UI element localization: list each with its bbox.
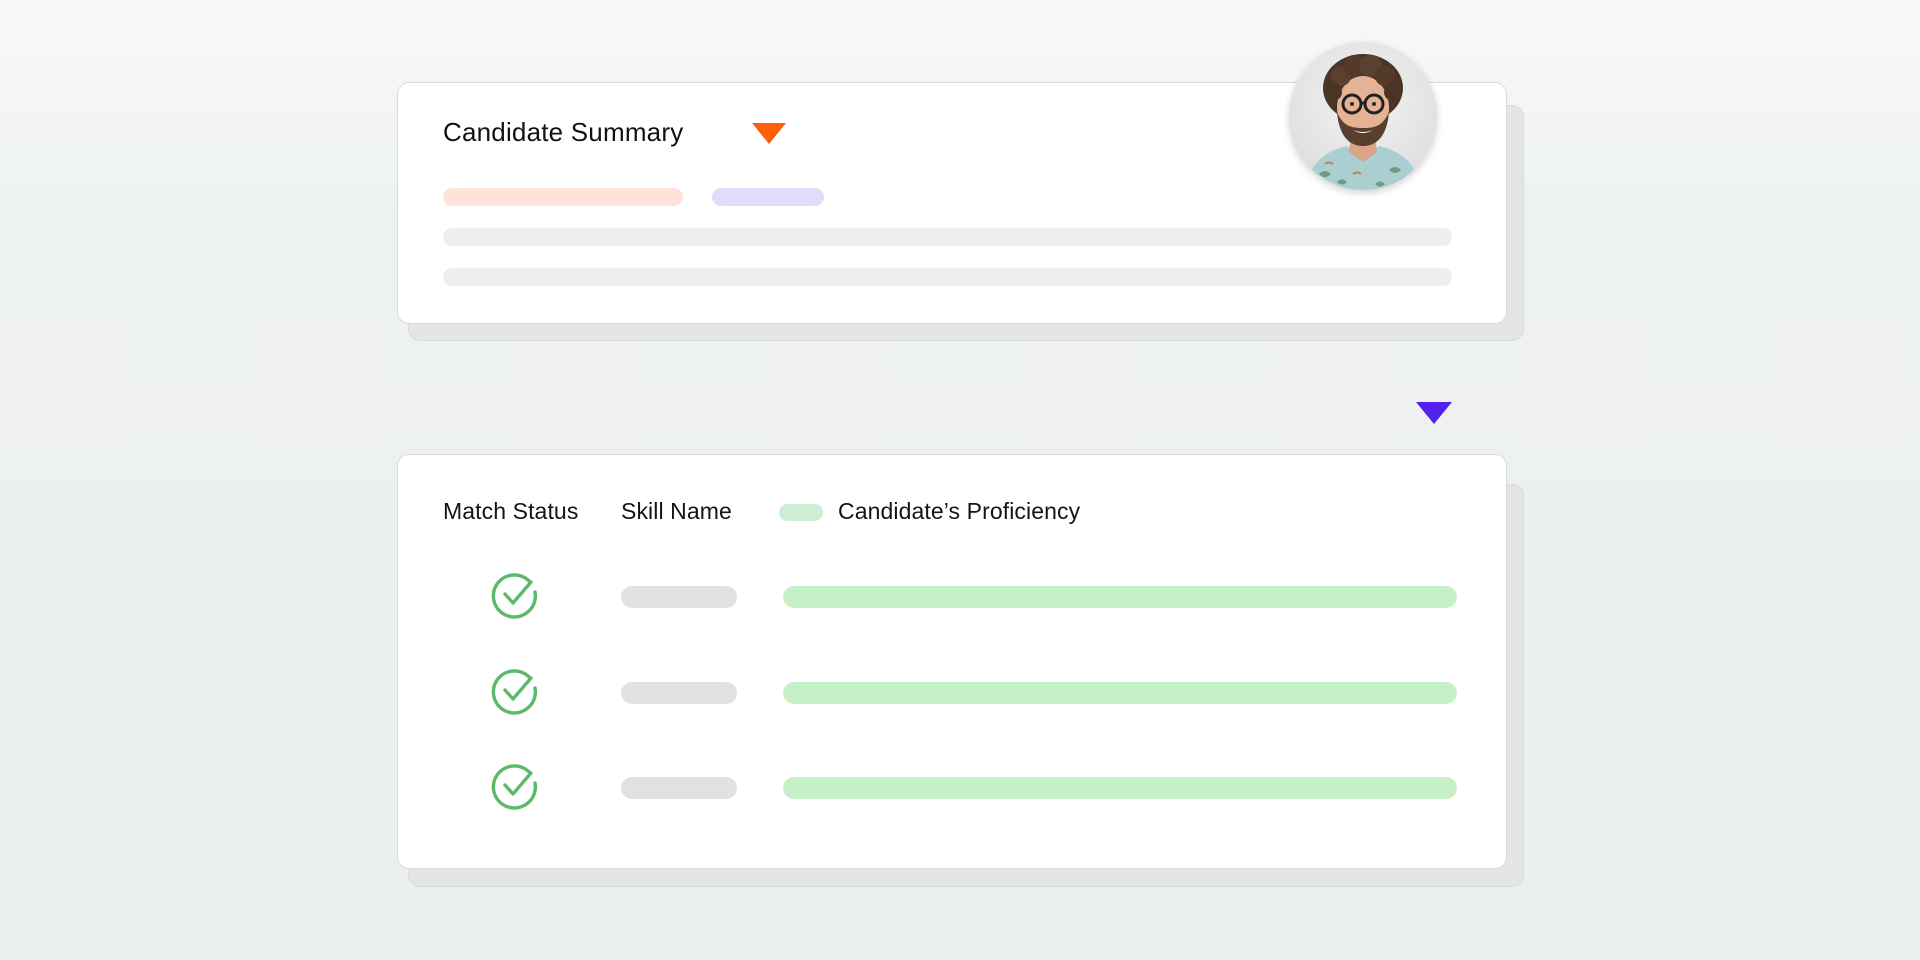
skill-name-placeholder: [621, 586, 737, 608]
proficiency-bar: [783, 586, 1457, 608]
skill-name-placeholder: [621, 682, 737, 704]
proficiency-bar: [783, 682, 1457, 704]
column-header-proficiency: Candidate’s Proficiency: [838, 498, 1081, 524]
summary-tag-placeholder: [443, 188, 683, 206]
summary-tag-placeholder: [712, 188, 824, 206]
skills-match-card: Match Status Skill Name Candidate’s Prof…: [397, 454, 1507, 869]
column-header-skill-name: Skill Name: [621, 498, 732, 524]
skill-row: [398, 755, 1506, 815]
proficiency-bar-fill: [783, 586, 1457, 608]
proficiency-legend-swatch: [779, 504, 823, 521]
summary-text-placeholder: [443, 268, 1452, 286]
check-circle-icon: [491, 573, 538, 619]
candidate-photo: [1289, 42, 1437, 190]
skill-row: [398, 564, 1506, 624]
summary-title: Candidate Summary: [443, 117, 684, 147]
check-circle-icon: [491, 669, 538, 715]
proficiency-bar: [783, 777, 1457, 799]
check-circle-icon: [491, 764, 538, 810]
column-header-match-status: Match Status: [443, 498, 579, 524]
triangle-down-icon[interactable]: [1416, 402, 1452, 424]
skill-name-placeholder: [621, 777, 737, 799]
summary-text-placeholder: [443, 228, 1452, 246]
proficiency-bar-fill: [783, 682, 1457, 704]
triangle-down-icon[interactable]: [752, 123, 786, 144]
avatar: [1289, 42, 1437, 190]
proficiency-bar-fill: [783, 777, 1457, 799]
skill-row: [398, 660, 1506, 720]
